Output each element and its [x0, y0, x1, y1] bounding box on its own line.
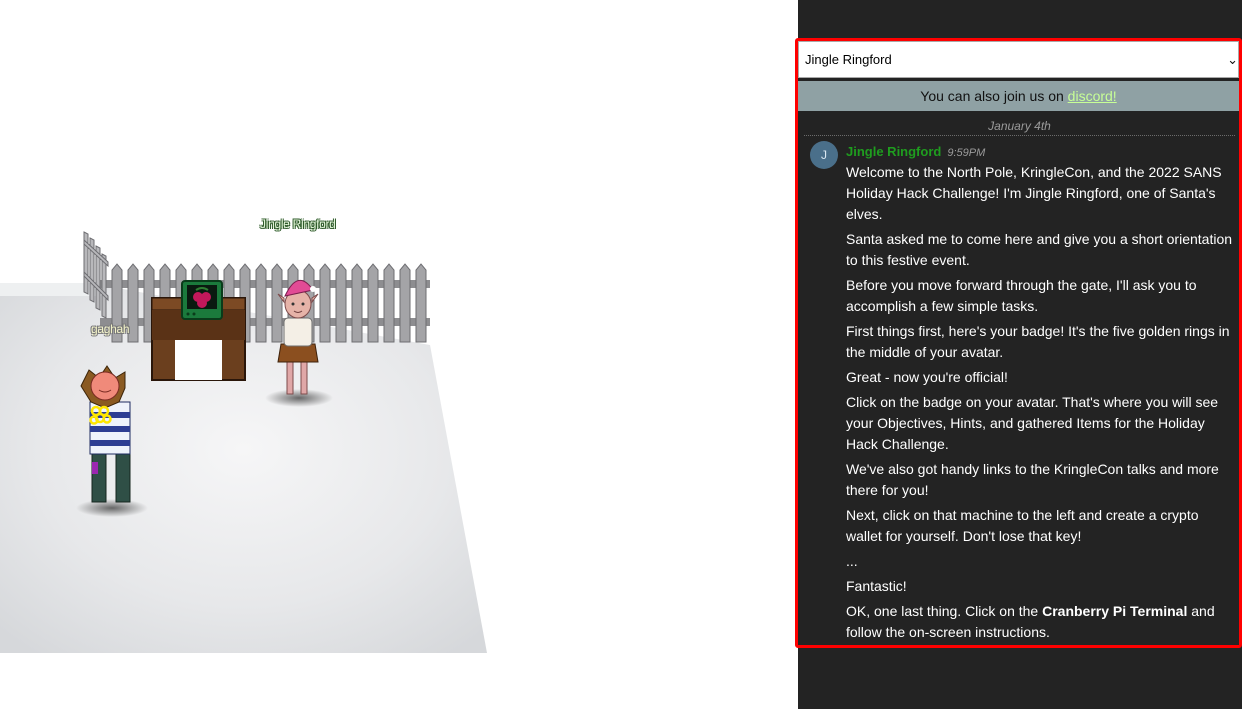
picket-fence — [83, 231, 430, 343]
npc-name-tag: Jingle Ringford — [260, 217, 336, 231]
message-paragraph: Next, click on that machine to the left … — [846, 507, 1199, 544]
player-name-tag: gaghah — [91, 322, 130, 336]
message-text: OK, one last thing. Click on the — [846, 603, 1043, 619]
message-body: Welcome to the North Pole, KringleCon, a… — [846, 162, 1236, 645]
message-paragraph: We've also got handy links to the Kringl… — [846, 461, 1219, 498]
chat-panel: Jingle Ringford ⌄ You can also join us o… — [795, 38, 1242, 648]
message-paragraph-last: OK, one last thing. Click on the Cranber… — [846, 601, 1236, 643]
game-viewport[interactable]: Jingle Ringford gaghah — [0, 0, 798, 709]
message-paragraph: Santa asked me to come here and give you… — [846, 231, 1233, 268]
message-paragraph: First things first, here's your badge! I… — [846, 323, 1230, 360]
message-time: 9:59PM — [947, 147, 986, 159]
discord-link[interactable]: discord! — [1068, 88, 1117, 104]
channel-select[interactable]: Jingle Ringford ⌄ — [798, 41, 1239, 78]
cranberry-pi-terminal-mention: Cranberry Pi Terminal — [1042, 603, 1188, 619]
discord-banner: You can also join us on discord! — [798, 81, 1239, 111]
message-header: Jingle Ringford 9:59PM — [846, 143, 985, 161]
game-scene — [0, 231, 487, 653]
message-paragraph: Before you move forward through the gate… — [846, 277, 1197, 314]
message-paragraph: Welcome to the North Pole, KringleCon, a… — [846, 164, 1222, 222]
discord-banner-text: You can also join us on — [920, 88, 1068, 104]
cranberry-pi-terminal[interactable] — [181, 280, 223, 320]
message-paragraph: Great - now you're official! — [846, 369, 1008, 385]
message-paragraph: Fantastic! — [846, 578, 907, 594]
chevron-down-icon: ⌄ — [1227, 52, 1238, 67]
message-paragraph: Click on the badge on your avatar. That'… — [846, 394, 1219, 452]
channel-select-value: Jingle Ringford — [805, 52, 892, 67]
message-sender: Jingle Ringford — [846, 144, 942, 159]
date-divider: January 4th — [804, 119, 1235, 136]
sender-avatar: J — [810, 141, 838, 169]
message-paragraph: ... — [846, 553, 858, 569]
